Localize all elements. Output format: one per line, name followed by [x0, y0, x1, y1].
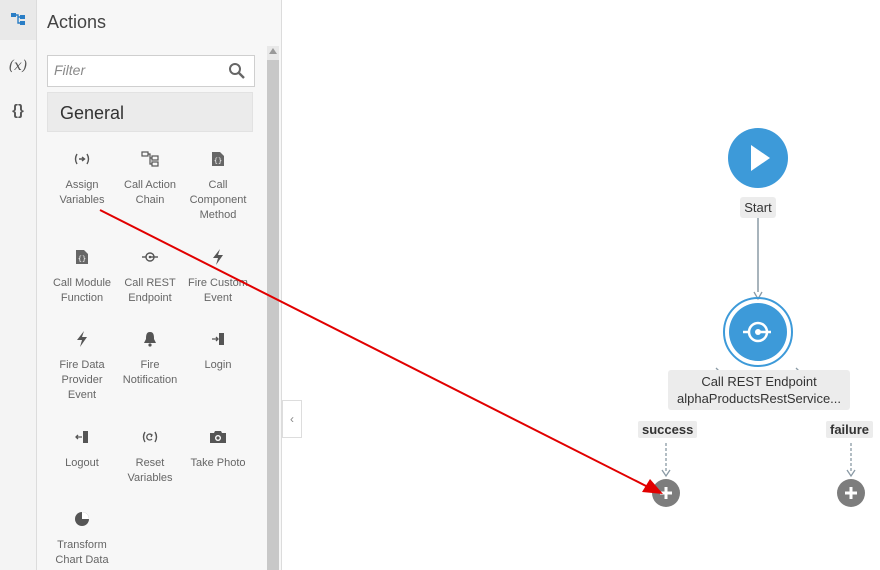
rest-endpoint-title: Call REST Endpoint: [701, 374, 817, 389]
navigation-rail: (x) {}: [0, 0, 37, 570]
scrollbar-thumb[interactable]: [267, 60, 279, 570]
action-label: Reset Variables: [127, 457, 173, 484]
add-action-failure-button[interactable]: [837, 479, 865, 507]
branch-failure-label: failure: [826, 421, 874, 438]
flow-icon: [10, 11, 26, 30]
svg-text:{}: {}: [78, 255, 86, 263]
action-take-photo[interactable]: Take Photo: [183, 426, 253, 471]
pie-chart-icon: [47, 508, 117, 530]
plus-icon: [845, 487, 857, 499]
action-fire-data-provider-event[interactable]: Fire Data Provider Event: [47, 328, 117, 403]
action-chain-canvas[interactable]: Start Call REST Endpoint alphaProductsRe…: [300, 0, 880, 570]
action-label: Take Photo: [190, 457, 246, 469]
action-label: Login: [204, 359, 232, 371]
action-label: Call Module Function: [52, 277, 112, 304]
actions-panel: Actions General Assign Variables Call Ac…: [37, 0, 282, 570]
action-label: Transform Chart Data: [55, 539, 109, 566]
action-logout[interactable]: Logout: [47, 426, 117, 471]
action-call-action-chain[interactable]: Call Action Chain: [115, 148, 185, 208]
action-call-rest-endpoint[interactable]: Call REST Endpoint: [115, 246, 185, 306]
branch-success-label: success: [638, 421, 698, 438]
camera-icon: [183, 426, 253, 448]
action-login[interactable]: Login: [183, 328, 253, 373]
rest-endpoint-node-fill: [729, 303, 787, 361]
types-tab[interactable]: {}: [0, 90, 36, 130]
rest-endpoint-subtitle: alphaProductsRestService...: [676, 391, 842, 406]
braces-icon: {}: [12, 101, 24, 119]
assign-variables-icon: [47, 148, 117, 170]
action-label: Fire Custom Event: [188, 277, 248, 304]
play-icon: [751, 145, 770, 171]
action-label: Assign Variables: [59, 179, 105, 206]
chevron-left-icon: ‹: [290, 412, 294, 426]
rest-endpoint-label: Call REST Endpoint alphaProductsRestServ…: [668, 370, 850, 410]
call-module-function-icon: {}: [47, 246, 117, 268]
lightning-icon: [183, 246, 253, 268]
action-label: Call Action Chain: [124, 179, 176, 206]
login-icon: [183, 328, 253, 350]
action-label: Logout: [65, 457, 99, 469]
search-icon[interactable]: [228, 62, 246, 85]
collapse-panel-button[interactable]: ‹: [282, 400, 302, 438]
action-assign-variables[interactable]: Assign Variables: [47, 148, 117, 208]
canvas-connectors: [661, 218, 856, 478]
rest-endpoint-icon: [743, 321, 771, 343]
bell-icon: [115, 328, 185, 350]
add-action-success-button[interactable]: [652, 479, 680, 507]
call-rest-endpoint-icon: [115, 246, 185, 268]
rest-endpoint-node[interactable]: [723, 297, 793, 367]
svg-text:{}: {}: [214, 157, 222, 165]
action-label: Call Component Method: [189, 179, 247, 221]
action-reset-variables[interactable]: Reset Variables: [115, 426, 185, 486]
action-call-module-function[interactable]: {} Call Module Function: [47, 246, 117, 306]
call-component-method-icon: {}: [183, 148, 253, 170]
action-call-component-method[interactable]: {} Call Component Method: [183, 148, 253, 223]
lightning-icon: [47, 328, 117, 350]
reset-icon: [115, 426, 185, 448]
variables-icon: (x): [8, 58, 28, 74]
variables-tab[interactable]: (x): [0, 46, 36, 86]
action-fire-custom-event[interactable]: Fire Custom Event: [183, 246, 253, 306]
call-action-chain-icon: [115, 148, 185, 170]
logout-icon: [47, 426, 117, 448]
action-fire-notification[interactable]: Fire Notification: [115, 328, 185, 388]
filter-input[interactable]: [48, 56, 220, 84]
panel-scrollbar[interactable]: [267, 46, 279, 570]
section-header-general[interactable]: General: [47, 92, 253, 132]
filter-field[interactable]: [47, 55, 255, 87]
flow-tab[interactable]: [0, 0, 36, 40]
action-label: Fire Notification: [122, 359, 178, 386]
start-label: Start: [740, 197, 776, 218]
panel-title: Actions: [47, 12, 107, 32]
start-node[interactable]: [728, 128, 788, 188]
scroll-up-icon[interactable]: [269, 48, 277, 54]
action-label: Call REST Endpoint: [124, 277, 176, 304]
plus-icon: [660, 487, 672, 499]
action-label: Fire Data Provider Event: [59, 359, 105, 401]
action-transform-chart-data[interactable]: Transform Chart Data: [47, 508, 117, 568]
